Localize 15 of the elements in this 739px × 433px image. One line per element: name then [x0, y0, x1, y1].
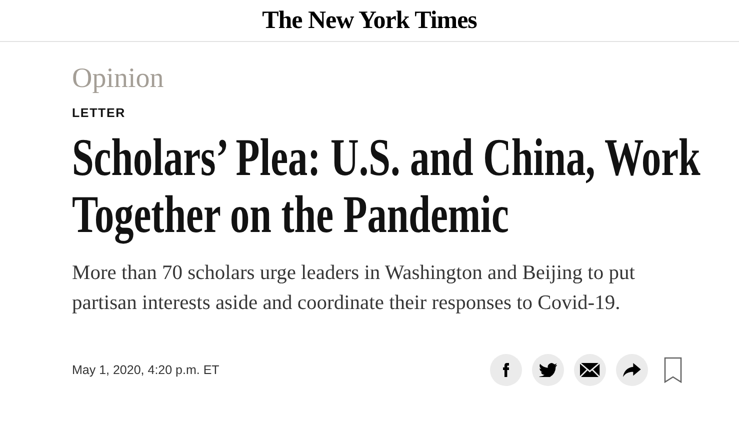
envelope-icon	[580, 363, 600, 377]
newspaper-logo[interactable]: The New York Times	[262, 6, 477, 34]
share-button[interactable]	[616, 354, 648, 386]
summary-text: More than 70 scholars urge leaders in Washington and Beijing to put partisan interests aside and coordinate their responses to Covid-19.	[72, 261, 636, 316]
headline: Scholars’ Plea: U.S. and China, Work Together on the Pandemic	[72, 130, 702, 244]
email-button[interactable]	[574, 354, 606, 386]
facebook-button[interactable]	[490, 354, 522, 386]
section-label: Opinion	[72, 62, 164, 96]
bird-icon	[538, 363, 558, 377]
bookmark-icon[interactable]	[664, 357, 682, 383]
arrow-icon	[623, 363, 641, 377]
kicker-label: LETTER	[72, 106, 126, 120]
facebook-icon	[502, 363, 510, 377]
twitter-button[interactable]	[532, 354, 564, 386]
dateline: May 1, 2020, 4:20 p.m. ET	[72, 363, 220, 377]
